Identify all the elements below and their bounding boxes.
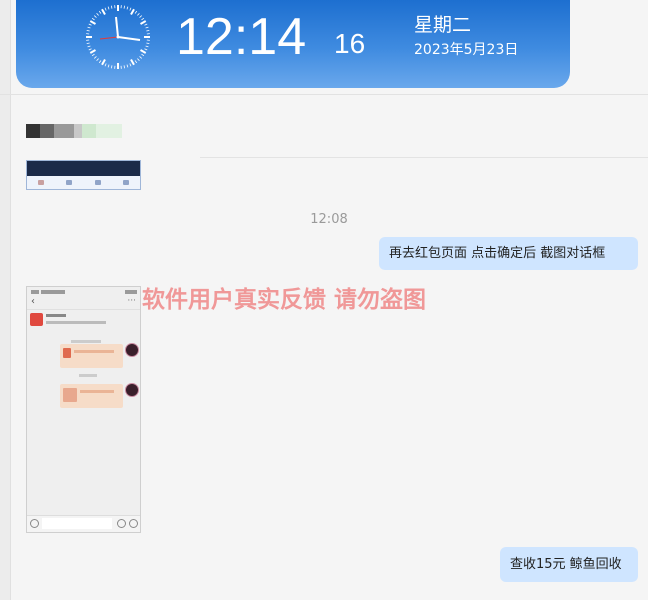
screenshot-thumbnail[interactable] xyxy=(26,160,141,190)
status-bar xyxy=(31,290,137,296)
date-label: 2023年5月23日 xyxy=(414,42,519,58)
red-packet-card xyxy=(60,384,123,408)
clock-banner: 12:14 16 星期二 2023年5月23日 xyxy=(16,0,570,88)
more-icon: ··· xyxy=(127,296,136,306)
message-bubble: 再去红包页面 点击确定后 截图对话框 xyxy=(379,237,638,270)
time-divider xyxy=(71,340,101,343)
back-icon: ‹ xyxy=(31,296,35,307)
input-bar xyxy=(27,515,140,532)
message-bubble: 查收15元 鲸鱼回收 xyxy=(500,547,638,582)
digital-time: 12:14 xyxy=(176,8,307,66)
voice-icon xyxy=(30,519,39,528)
digital-seconds: 16 xyxy=(334,28,366,59)
time-divider xyxy=(79,374,97,377)
plus-icon xyxy=(129,519,138,528)
watermark-text: 软件用户真实反馈 请勿盗图 xyxy=(142,287,427,313)
screenshot-header: ‹ ··· xyxy=(27,296,140,310)
chat-divider xyxy=(0,94,648,95)
emoji-icon xyxy=(117,519,126,528)
left-rail xyxy=(0,0,11,600)
chat-screenshot-image[interactable]: ‹ ··· xyxy=(26,286,141,533)
message-timestamp: 12:08 xyxy=(310,212,348,227)
notice-row xyxy=(30,313,137,329)
analog-clock-icon xyxy=(86,5,150,69)
red-packet-card xyxy=(60,344,123,368)
avatar xyxy=(125,383,139,397)
avatar xyxy=(125,343,139,357)
weekday-label: 星期二 xyxy=(414,14,472,36)
blurred-contact-name xyxy=(26,122,126,140)
divider-line xyxy=(200,157,648,158)
